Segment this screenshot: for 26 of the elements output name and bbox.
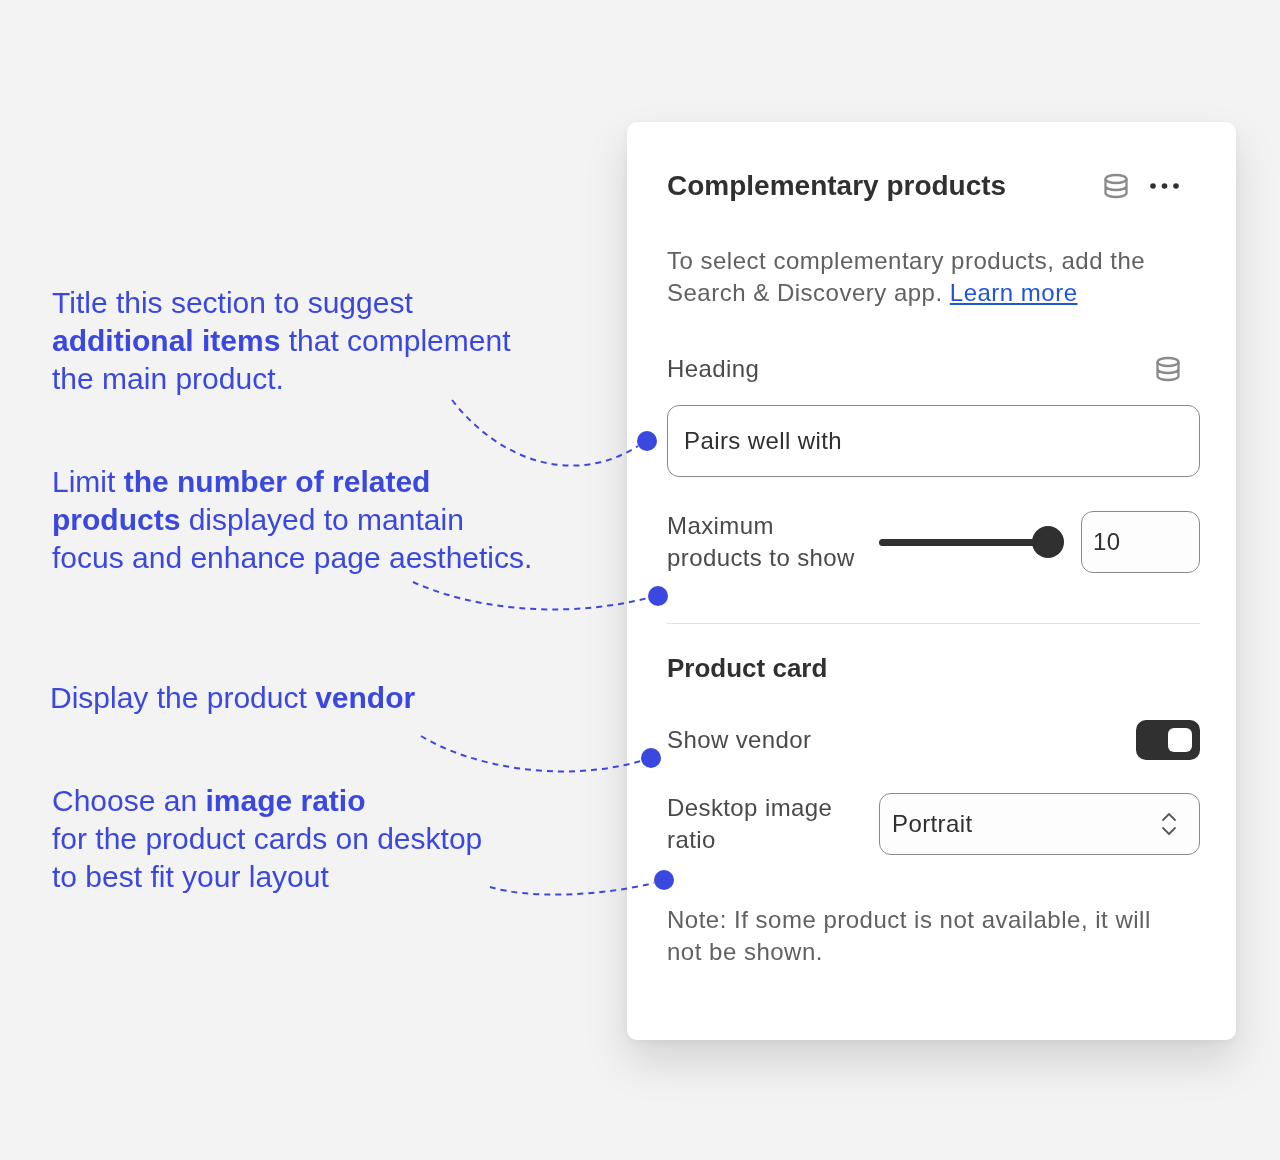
note-text: Note: If some product is not available, it will not be shown.	[667, 905, 1152, 967]
annotation-text: Title this section to suggest additional items that complement the main product.	[52, 285, 511, 397]
field-label: Show vendor	[667, 725, 812, 755]
section-heading: Product card	[667, 652, 829, 684]
field-label: Maximum products to show	[667, 511, 856, 573]
description-text: To select complementary products, add the Search & Discovery app. Learn more	[667, 246, 1147, 308]
marker-dot-icon	[648, 586, 668, 606]
field-label: Heading	[667, 354, 760, 384]
toggle-switch[interactable]	[1136, 720, 1200, 760]
number-input[interactable]: 10	[1081, 511, 1200, 573]
database-icon[interactable]	[1103, 173, 1129, 199]
marker-dot-icon	[637, 431, 657, 451]
chevron-up-down-icon	[1161, 811, 1177, 837]
annotation-text: Display the product vendor	[50, 680, 416, 716]
ratio-select[interactable]: Portrait	[879, 793, 1200, 855]
field-label: Desktop image ratio	[667, 793, 834, 855]
range-slider[interactable]	[879, 526, 1064, 558]
annotation-text: Choose an image ratio for the product cards on desktop to best fit your layout	[52, 783, 483, 895]
more-icon[interactable]	[1150, 183, 1179, 189]
marker-dot-icon	[641, 748, 661, 768]
annotation-text: Limit the number of related products displayed to mantain focus and enhance page aesthetics.	[52, 464, 533, 576]
database-icon[interactable]	[1155, 356, 1181, 382]
heading-input[interactable]: Pairs well with	[667, 405, 1200, 477]
learn-more-link[interactable]: Learn more	[949, 279, 1078, 306]
panel-title: Complementary products	[667, 169, 1007, 203]
marker-dot-icon	[654, 870, 674, 890]
